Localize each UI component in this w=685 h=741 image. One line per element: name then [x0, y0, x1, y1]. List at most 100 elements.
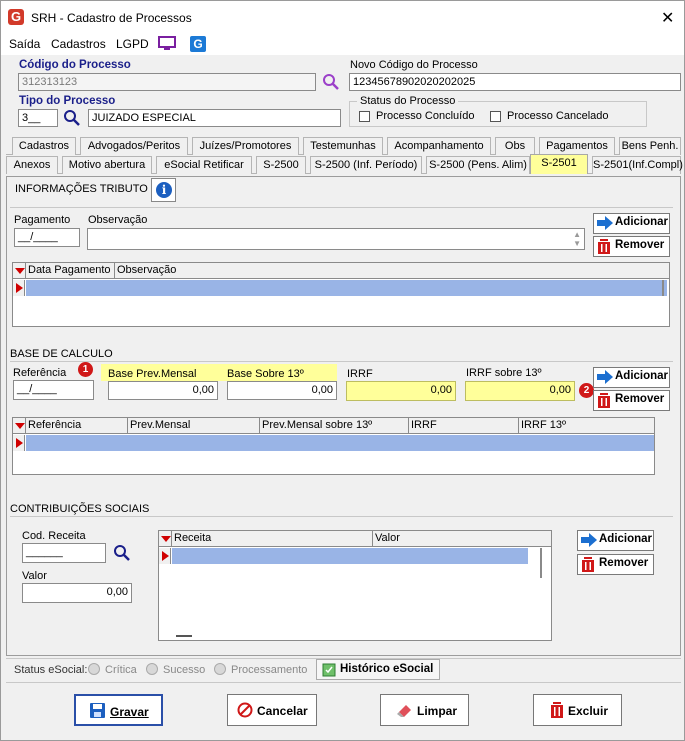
observacao-scroll-icon[interactable]: ▲ ▼ — [573, 230, 581, 248]
trash-icon — [582, 557, 594, 572]
cancelar-button[interactable]: Cancelar — [227, 694, 317, 726]
info-tributo-title: INFORMAÇÕES TRIBUTO — [15, 183, 148, 195]
processamento-radio[interactable] — [214, 663, 226, 675]
contrib-grid-col-receita[interactable]: Receita — [172, 531, 373, 547]
tipo-code-field[interactable]: 3__ — [18, 109, 58, 127]
base-13-label: Base Sobre 13º — [227, 368, 304, 380]
limpar-button[interactable]: Limpar — [380, 694, 469, 726]
menu-lgpd[interactable]: LGPD — [116, 37, 149, 51]
base-grid-header: Referência Prev.Mensal Prev.Mensal sobre… — [13, 418, 654, 434]
tab-testemunhas[interactable]: Testemunhas — [303, 137, 383, 155]
monitor-icon[interactable] — [158, 36, 176, 51]
contrib-title: CONTRIBUIÇÕES SOCIAIS — [10, 503, 150, 515]
contrib-grid-col-valor[interactable]: Valor — [373, 531, 528, 547]
info-button[interactable]: i — [151, 178, 176, 202]
tab-advogados[interactable]: Advogados/Peritos — [80, 137, 188, 155]
contrib-grid-hscroll[interactable] — [176, 635, 192, 637]
tab-bens-penh[interactable]: Bens Penh. — [619, 137, 681, 155]
contrib-grid-vscroll[interactable] — [540, 548, 542, 578]
sort-down-icon — [161, 536, 171, 542]
irrf13-field[interactable]: 0,00 — [465, 381, 575, 401]
eraser-icon — [397, 705, 411, 717]
contrib-table-row[interactable] — [172, 548, 528, 564]
tab-cadastros[interactable]: Cadastros — [12, 137, 76, 155]
cod-receita-field[interactable]: ______ — [22, 543, 106, 563]
cancelar-label: Cancelar — [257, 704, 308, 718]
search-tipo-icon[interactable] — [63, 109, 81, 127]
sucesso-radio[interactable] — [146, 663, 158, 675]
historico-esocial-button[interactable]: Histórico eSocial — [316, 659, 440, 680]
info-adicionar-label: Adicionar — [615, 216, 669, 228]
historico-label: Histórico eSocial — [340, 663, 434, 675]
main-window: G SRH - Cadastro de Processos ✕ Saída Ca… — [0, 0, 685, 741]
tab-s2500[interactable]: S-2500 — [256, 156, 306, 174]
gravar-button[interactable]: Gravar — [74, 694, 163, 726]
tab-s2501[interactable]: S-2501 — [530, 154, 588, 174]
info-grid-col-obs[interactable]: Observação — [115, 263, 659, 279]
cancelado-checkbox[interactable] — [490, 111, 501, 122]
critica-radio[interactable] — [88, 663, 100, 675]
base-grid-col-prev13[interactable]: Prev.Mensal sobre 13º — [260, 418, 409, 434]
tab-anexos[interactable]: Anexos — [6, 156, 58, 174]
irrf-field[interactable]: 0,00 — [346, 381, 456, 401]
observacao-field[interactable]: ▲ ▼ — [87, 228, 585, 250]
valor-label: Valor — [22, 570, 47, 582]
base-remover-button[interactable]: Remover — [593, 390, 670, 411]
info-grid-corner — [13, 263, 26, 279]
valor-field[interactable]: 0,00 — [22, 583, 132, 603]
search-receita-icon[interactable] — [113, 544, 131, 562]
esocial-logo-icon[interactable]: G — [190, 36, 206, 52]
observacao-label: Observação — [88, 214, 148, 226]
contrib-grid[interactable]: Receita Valor — [158, 530, 552, 641]
concluido-checkbox[interactable] — [359, 111, 370, 122]
base-13-field[interactable]: 0,00 — [227, 381, 337, 400]
contrib-remover-button[interactable]: Remover — [577, 554, 654, 575]
base-grid-col-referencia[interactable]: Referência — [26, 418, 128, 434]
tab-obs[interactable]: Obs — [495, 137, 535, 155]
contrib-adicionar-button[interactable]: Adicionar — [577, 530, 654, 551]
base-table-row[interactable] — [26, 435, 654, 451]
irrf-label: IRRF — [347, 368, 373, 380]
tab-juizes[interactable]: Juízes/Promotores — [192, 137, 299, 155]
title-bar: G SRH - Cadastro de Processos ✕ — [1, 1, 684, 33]
excluir-button[interactable]: Excluir — [533, 694, 622, 726]
info-table-row[interactable] — [26, 280, 667, 296]
base-grid-col-irrf[interactable]: IRRF — [409, 418, 519, 434]
info-grid[interactable]: Data Pagamento Observação — [12, 262, 670, 327]
info-grid-vscroll[interactable] — [662, 280, 664, 296]
codigo-label: Código do Processo — [19, 59, 131, 71]
row-pointer-icon — [16, 438, 23, 448]
excluir-label: Excluir — [568, 704, 609, 718]
app-logo-icon: G — [8, 9, 24, 25]
info-adicionar-button[interactable]: Adicionar — [593, 213, 670, 234]
menu-saida[interactable]: Saída — [9, 37, 40, 51]
tab-motivo-abertura[interactable]: Motivo abertura — [62, 156, 152, 174]
info-grid-col-data[interactable]: Data Pagamento — [26, 263, 115, 279]
pagamento-field[interactable]: __/____ — [14, 228, 80, 247]
codigo-field[interactable]: 312313123 — [18, 73, 316, 91]
base-grid[interactable]: Referência Prev.Mensal Prev.Mensal sobre… — [12, 417, 655, 475]
save-icon — [90, 703, 105, 718]
tab-acompanhamento[interactable]: Acompanhamento — [387, 137, 491, 155]
novo-codigo-field[interactable]: 12345678902020202025 — [349, 73, 681, 91]
info-remover-button[interactable]: Remover — [593, 236, 670, 257]
pagamento-label: Pagamento — [14, 214, 71, 226]
referencia-field[interactable]: __/____ — [13, 380, 94, 400]
base-grid-col-irrf13[interactable]: IRRF 13º — [519, 418, 654, 434]
sucesso-label: Sucesso — [163, 664, 206, 676]
search-icon[interactable] — [322, 73, 340, 91]
base-adicionar-button[interactable]: Adicionar — [593, 367, 670, 388]
referencia-label: Referência — [13, 367, 67, 379]
menu-cadastros[interactable]: Cadastros — [51, 37, 106, 51]
tab-s2500-pens-alim[interactable]: S-2500 (Pens. Alim) — [426, 156, 530, 174]
tab-s2500-inf-periodo[interactable]: S-2500 (Inf. Período) — [310, 156, 422, 174]
tab-esocial-retificar[interactable]: eSocial Retificar — [156, 156, 252, 174]
status-processo-label: Status do Processo — [357, 95, 459, 107]
arrow-right-icon — [597, 216, 613, 230]
tab-pagamentos[interactable]: Pagamentos — [539, 137, 615, 155]
base-prev-field[interactable]: 0,00 — [108, 381, 218, 400]
tab-s2501-inf-compl[interactable]: S-2501(Inf.Compl) — [592, 156, 683, 174]
close-icon[interactable]: ✕ — [661, 8, 674, 28]
contrib-grid-corner — [159, 531, 172, 547]
base-grid-col-prev[interactable]: Prev.Mensal — [128, 418, 260, 434]
